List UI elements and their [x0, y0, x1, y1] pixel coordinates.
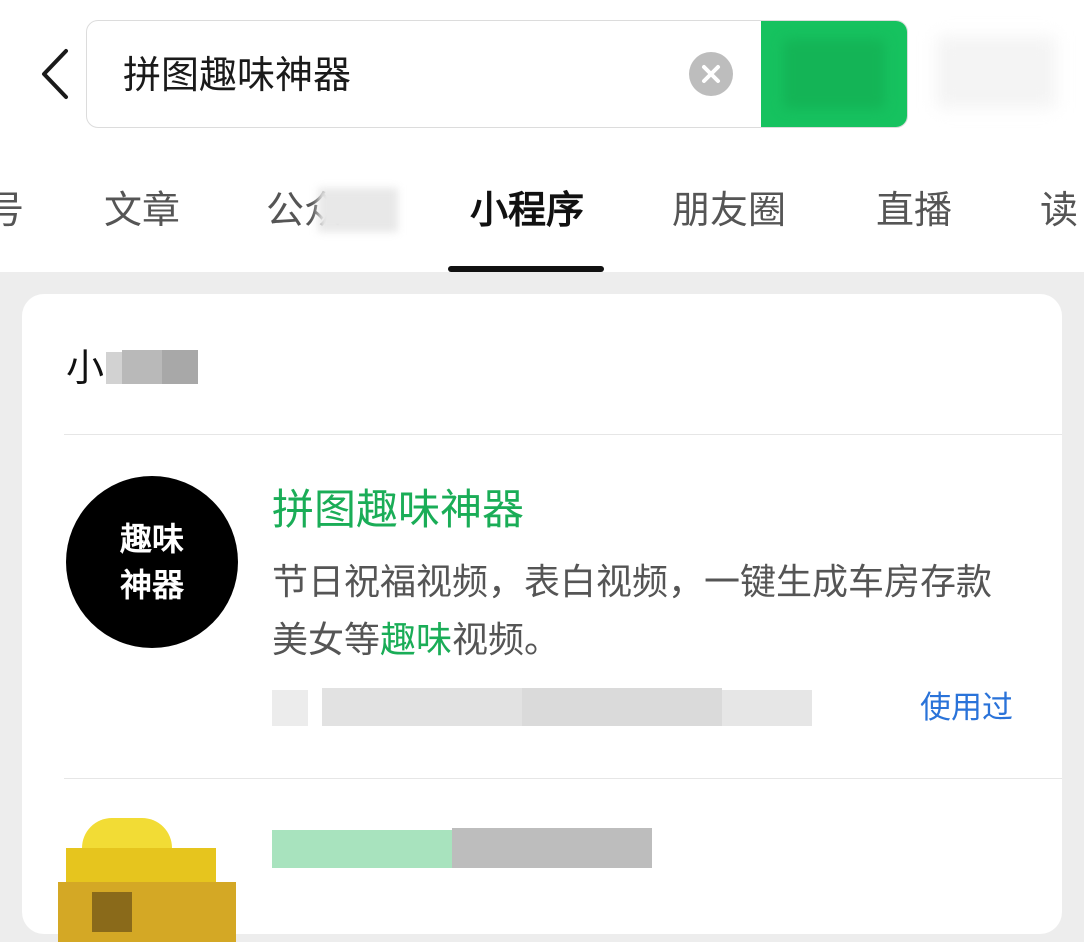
pixel-mask: [106, 352, 122, 384]
app-icon-text-line2: 神器: [119, 566, 184, 604]
divider: [64, 434, 1062, 435]
tab-moments[interactable]: 朋友圈: [672, 182, 786, 238]
active-tab-indicator: [448, 266, 604, 272]
results-card: 小 趣味 神器 拼图趣味神器 节日祝福视频，表白视频，一键生成车房存款美女等趣味…: [22, 294, 1062, 942]
pixel-mask: [722, 690, 812, 726]
tab-account[interactable]: 号: [0, 182, 24, 238]
clear-icon: [702, 65, 720, 83]
app-description-tail: 视频。: [452, 620, 561, 661]
tab-articles[interactable]: 文章: [104, 182, 180, 238]
tab-read[interactable]: 读: [1040, 182, 1078, 238]
search-button-blurred-label: [783, 39, 885, 109]
app-icon: 趣味 神器: [66, 476, 238, 648]
divider: [64, 778, 1062, 779]
pixel-mask: [58, 882, 236, 942]
pixel-mask: [322, 688, 522, 726]
top-bar: 号 文章 公众 小程序 朋友圈 直播 读: [0, 0, 1084, 272]
blurred-action: [936, 36, 1056, 108]
tab-bar: 号 文章 公众 小程序 朋友圈 直播 读: [0, 160, 1084, 272]
tab-blur-mask: [318, 188, 398, 232]
search-bar: [86, 20, 908, 128]
back-button[interactable]: [30, 46, 80, 102]
pixel-mask: [162, 350, 198, 384]
pixel-mask: [82, 818, 172, 848]
pixel-mask: [452, 828, 652, 868]
search-button[interactable]: [761, 21, 907, 127]
app-icon-text-line1: 趣味: [119, 520, 184, 558]
search-input[interactable]: [123, 47, 683, 103]
section-title: 小: [66, 342, 104, 394]
pixel-mask: [122, 350, 162, 384]
pixel-mask: [66, 848, 216, 882]
pixel-mask: [92, 892, 132, 932]
result-item[interactable]: [22, 780, 1062, 942]
tab-mini-programs[interactable]: 小程序: [470, 182, 584, 238]
tab-live[interactable]: 直播: [876, 182, 952, 238]
app-description: 节日祝福视频，表白视频，一键生成车房存款美女等趣味视频。: [272, 554, 1012, 670]
chevron-left-icon: [42, 49, 68, 99]
used-badge: 使用过: [920, 690, 1013, 726]
app-description-highlight: 趣味: [380, 620, 453, 661]
section-title-text: 小: [66, 346, 105, 390]
pixel-mask: [272, 690, 308, 726]
app-name: 拼图趣味神器: [272, 485, 525, 534]
pixel-mask: [522, 688, 722, 726]
clear-search-button[interactable]: [689, 52, 733, 96]
pixel-mask: [272, 830, 452, 868]
result-item[interactable]: 趣味 神器 拼图趣味神器 节日祝福视频，表白视频，一键生成车房存款美女等趣味视频…: [22, 436, 1062, 780]
